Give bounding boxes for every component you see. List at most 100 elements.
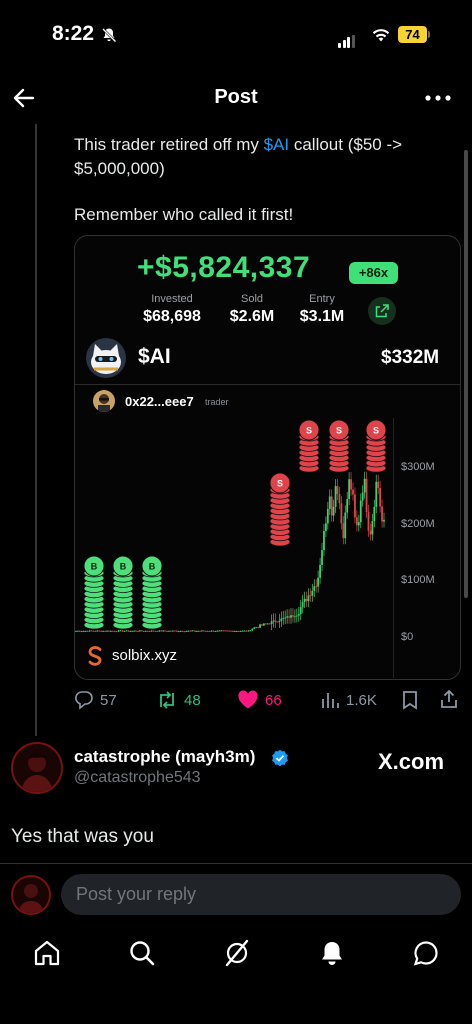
messages-icon[interactable] — [411, 938, 441, 968]
candle-body — [379, 488, 382, 507]
external-link-button — [368, 297, 396, 325]
candle-body — [241, 630, 244, 632]
candle-body — [309, 595, 312, 597]
scrollbar[interactable] — [464, 150, 468, 598]
home-icon[interactable] — [32, 938, 62, 968]
candle-body — [266, 623, 269, 625]
notifications-icon[interactable] — [317, 938, 347, 968]
repost-button[interactable]: 48 — [156, 689, 201, 711]
candle-body — [84, 630, 87, 632]
multiplier-badge: +86x — [349, 262, 398, 284]
search-icon[interactable] — [127, 938, 157, 968]
marker-label: S — [306, 426, 312, 436]
battery-nub — [428, 31, 430, 38]
candle-body — [170, 630, 172, 632]
candle-body — [348, 479, 351, 500]
candle-body — [377, 481, 380, 489]
candle-body — [286, 616, 289, 618]
chart-axis-divider — [393, 418, 394, 678]
my-avatar — [11, 875, 51, 915]
reply-button[interactable]: 57 — [74, 689, 117, 711]
y-tick-label: $200M — [401, 518, 435, 530]
candle-body — [108, 630, 110, 632]
candle-body — [102, 630, 105, 632]
candle-body — [290, 615, 292, 618]
candle-body — [237, 631, 240, 632]
candle-body — [171, 630, 174, 632]
candle-body — [321, 550, 323, 565]
candle-body — [332, 506, 335, 516]
candle-body — [144, 630, 147, 632]
candle-body — [92, 630, 95, 632]
invested-label: Invested — [151, 293, 193, 305]
candle-body — [365, 478, 368, 512]
share-icon[interactable] — [439, 689, 459, 709]
candle-body — [369, 530, 372, 535]
candle-body — [168, 630, 170, 632]
post-text-line2: Remember who called it first! — [74, 205, 294, 224]
candle-body — [334, 486, 337, 507]
candle-body — [156, 631, 159, 632]
candle-body — [354, 494, 356, 518]
candle-body — [100, 630, 103, 632]
candle-body — [226, 630, 228, 632]
like-button[interactable]: 66 — [237, 689, 282, 711]
reply-author-handle[interactable]: @catastrophe543 — [74, 769, 201, 787]
candle-body — [282, 618, 285, 619]
candle-body — [373, 506, 376, 522]
candle-body — [187, 630, 190, 632]
candle-body — [315, 586, 318, 588]
candle-body — [185, 631, 188, 632]
candle-body — [317, 577, 320, 587]
candle-body — [189, 630, 192, 632]
candle-body — [383, 519, 385, 522]
signal-icon — [338, 30, 356, 48]
candle-body — [301, 601, 304, 608]
candle-body — [140, 630, 143, 632]
token-avatar — [86, 338, 126, 378]
trader-label: trader — [205, 397, 229, 407]
candle-body — [199, 630, 201, 632]
candle-body — [214, 631, 217, 633]
candle-body — [94, 631, 97, 632]
candle-body — [82, 631, 85, 632]
reply-author-name[interactable]: catastrophe (mayh3m) — [74, 747, 255, 767]
reply-input[interactable] — [61, 874, 461, 915]
candle-body — [125, 630, 128, 632]
candle-body — [133, 630, 136, 632]
more-options-icon[interactable] — [424, 93, 452, 103]
candle-body — [158, 630, 161, 632]
candle-body — [261, 624, 263, 626]
candle-body — [324, 523, 327, 531]
candle-body — [166, 631, 168, 632]
candle-body — [346, 499, 349, 513]
candle-body — [86, 630, 89, 632]
reply-avatar[interactable] — [11, 742, 63, 794]
sold-value: $2.6M — [229, 308, 275, 325]
grok-icon[interactable] — [222, 938, 252, 968]
candle-body — [361, 492, 364, 501]
candle-body — [342, 523, 345, 539]
entry-value: $3.1M — [299, 308, 345, 325]
profit-value: +$5,824,337 — [137, 251, 311, 284]
candle-body — [288, 616, 290, 618]
candle-body — [311, 590, 314, 596]
candle-body — [193, 630, 196, 632]
candle-body — [183, 631, 186, 633]
y-tick-label: $0 — [401, 631, 414, 643]
candle-body — [323, 530, 325, 551]
candle-body — [75, 630, 77, 632]
bookmark-icon[interactable] — [401, 690, 419, 710]
cashtag-link[interactable]: $AI — [264, 135, 290, 154]
sell-marker: S — [365, 419, 387, 473]
candle-body — [201, 630, 203, 632]
candle-body — [340, 503, 343, 524]
candle-body — [106, 630, 108, 632]
sell-marker: S — [298, 419, 320, 473]
reply-icon — [75, 691, 93, 710]
candle-body — [274, 620, 277, 622]
token-symbol: $AI — [138, 345, 171, 368]
candle-body — [212, 630, 215, 632]
views-button[interactable]: 1.6K — [320, 689, 377, 711]
candle-body — [152, 630, 155, 632]
